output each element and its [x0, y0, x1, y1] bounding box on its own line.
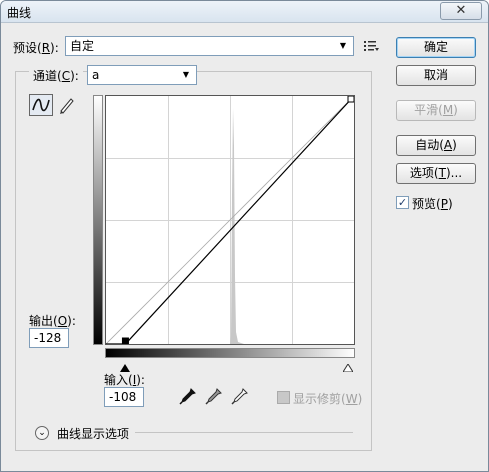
- divider: [135, 432, 353, 433]
- close-button[interactable]: ✕: [440, 2, 482, 20]
- title-bar: 曲线 ✕: [1, 1, 488, 23]
- show-clipping-checkbox[interactable]: [277, 391, 290, 404]
- input-gradient-bar: [105, 348, 355, 358]
- smooth-button[interactable]: 平滑(M): [396, 100, 476, 121]
- output-label: 输出(O):: [29, 314, 76, 328]
- input-value: -108: [109, 390, 137, 404]
- pencil-tool-button[interactable]: [57, 95, 75, 115]
- curve-tool-button[interactable]: [29, 94, 53, 116]
- chevron-down-icon: ▼: [182, 70, 190, 79]
- chevron-down-icon: ▼: [339, 41, 347, 50]
- gray-eyedropper-button[interactable]: [205, 387, 223, 405]
- black-eyedropper-icon: [179, 388, 196, 405]
- curves-dialog: 曲线 ✕ 预设(R): 自定 ▼ 确定 取消 平滑(M) 自动(A) 选项(T)…: [0, 0, 489, 472]
- preset-dropdown[interactable]: 自定 ▼: [65, 36, 354, 56]
- output-gradient-bar: [93, 95, 103, 345]
- list-options-icon[interactable]: [363, 39, 379, 53]
- white-eyedropper-button[interactable]: [231, 387, 249, 405]
- channel-label: 通道(C):: [29, 67, 83, 84]
- channel-value: a: [92, 68, 100, 82]
- ok-button[interactable]: 确定: [396, 37, 476, 58]
- preview-checkbox[interactable]: ✓: [396, 196, 409, 209]
- window-title: 曲线: [7, 6, 32, 20]
- curve-tool-icon: [32, 98, 50, 112]
- curve-options-label: 曲线显示选项: [57, 427, 130, 441]
- channel-dropdown[interactable]: a ▼: [87, 65, 197, 85]
- input-label: 输入(I):: [104, 373, 145, 387]
- white-eyedropper-icon: [231, 388, 248, 405]
- auto-button[interactable]: 自动(A): [396, 135, 476, 156]
- curve-point[interactable]: [121, 337, 129, 344]
- preset-label: 预设(R):: [13, 41, 59, 55]
- histogram: [230, 108, 244, 344]
- curve-canvas: [106, 96, 354, 344]
- output-field[interactable]: -128: [29, 328, 69, 348]
- preview-label: 预览(P): [412, 197, 453, 211]
- options-button[interactable]: 选项(T)...: [396, 163, 476, 184]
- input-field[interactable]: -108: [104, 387, 144, 407]
- black-eyedropper-button[interactable]: [179, 387, 197, 405]
- output-value: -128: [34, 331, 62, 345]
- curve-point[interactable]: [347, 96, 354, 103]
- cancel-button[interactable]: 取消: [396, 65, 476, 86]
- show-clipping-label: 显示修剪(W): [293, 392, 363, 406]
- expand-chevron-icon[interactable]: ⌄: [35, 426, 49, 440]
- gray-eyedropper-icon: [205, 388, 222, 405]
- preset-value: 自定: [70, 39, 95, 53]
- curve-graph[interactable]: [105, 95, 355, 345]
- white-point-slider[interactable]: [342, 361, 354, 375]
- pencil-icon: [60, 98, 74, 114]
- baseline-diagonal: [106, 96, 354, 344]
